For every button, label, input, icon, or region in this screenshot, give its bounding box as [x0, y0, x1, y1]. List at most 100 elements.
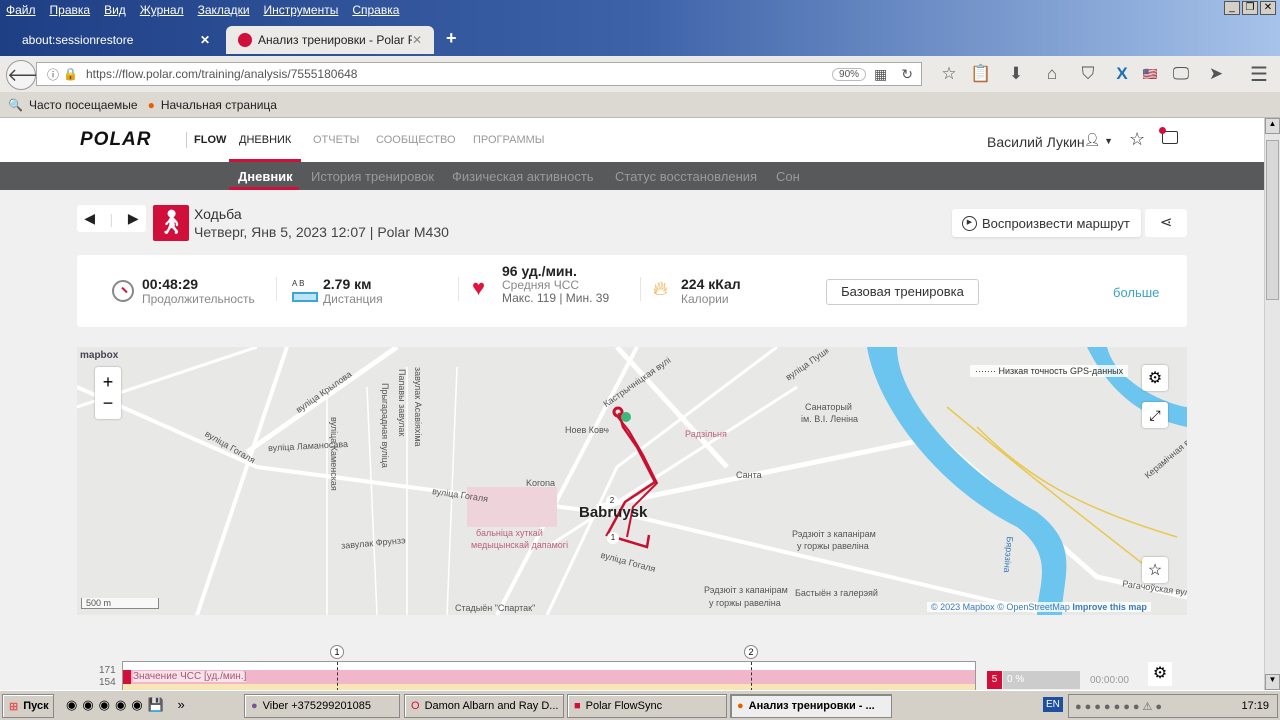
language-indicator[interactable]: EN	[1043, 697, 1063, 712]
play-icon: ▶	[962, 215, 977, 231]
tab-sessionrestore[interactable]: about:sessionrestore ✕	[10, 26, 222, 54]
more-link[interactable]: больше	[1113, 285, 1159, 300]
distance-label: Дистанция	[323, 292, 383, 306]
menu-help[interactable]: Справка	[352, 3, 399, 17]
screen-icon[interactable]: 🖵	[1170, 63, 1192, 85]
subnav-diary[interactable]: Дневник	[238, 169, 293, 184]
reader-view-icon[interactable]: ▦	[874, 66, 887, 83]
reload-icon[interactable]: ↻	[901, 66, 913, 83]
nav-diary[interactable]: ДНЕВНИК	[239, 134, 291, 146]
hr-chart[interactable]: Значение ЧСС [уд./мин.]	[122, 661, 976, 691]
menu-file[interactable]: Файл	[6, 3, 36, 17]
menu-tools[interactable]: Инструменты	[264, 3, 339, 17]
menu-bar: Файл Правка Вид Журнал Закладки Инструменты Сп…	[6, 3, 413, 17]
clipboard-icon[interactable]: 📋	[970, 63, 992, 85]
clock[interactable]: 17:19	[1241, 700, 1269, 712]
task-opera[interactable]: O Damon Albarn and Ray D...	[404, 694, 564, 718]
restore-button[interactable]: ❐	[1242, 1, 1258, 15]
map-attribution: © 2023 Mapbox © OpenStreetMap Improve th…	[927, 602, 1151, 612]
share-button[interactable]: ⋖	[1145, 209, 1187, 237]
sport-name: Ходьба	[194, 206, 242, 222]
subnav-training-history[interactable]: История тренировок	[311, 169, 434, 184]
subnav-activity[interactable]: Физическая активность	[452, 169, 594, 184]
minimize-button[interactable]: _	[1224, 1, 1240, 15]
fullscreen-button[interactable]: ⤢	[1142, 402, 1168, 428]
user-icon[interactable]: 👤︎ ▼	[1084, 132, 1113, 148]
hr-zone-band	[123, 670, 975, 684]
pocket-icon[interactable]: ⛉	[1077, 63, 1099, 85]
url-bar[interactable]: ⓘ 🔒 https://flow.polar.com/training/anal…	[36, 62, 922, 86]
divider	[186, 132, 187, 148]
x-extension-icon[interactable]: X	[1111, 63, 1133, 85]
next-training-button[interactable]: ▶	[128, 210, 139, 227]
favorite-route-button[interactable]: ☆	[1142, 557, 1168, 583]
close-window-button[interactable]: ✕	[1260, 1, 1276, 15]
info-icon[interactable]: ⓘ	[47, 66, 59, 83]
quick-launch-icons[interactable]: ◉◉◉◉◉💾 »	[66, 697, 190, 713]
home-icon[interactable]: ⌂	[1041, 63, 1063, 85]
subnav-recovery[interactable]: Статус восстановления	[615, 169, 757, 184]
menu-edit[interactable]: Правка	[50, 3, 91, 17]
previous-training-button[interactable]: ◀	[84, 210, 95, 227]
lap-marker-1[interactable]: 1	[607, 532, 619, 544]
nav-programs[interactable]: ПРОГРАММЫ	[473, 134, 545, 146]
street-label: Прыгарадная вуліца	[380, 383, 390, 468]
task-viber[interactable]: ● Viber +375299201085	[244, 694, 400, 718]
favorites-star-icon[interactable]: ☆	[1129, 129, 1145, 150]
hr-zone-number: 5	[987, 671, 1002, 689]
bookmark-star-icon[interactable]: ☆	[938, 63, 960, 85]
task-firefox-active[interactable]: ● Анализ тренировки - ...	[730, 694, 892, 718]
y-tick: 171	[99, 665, 116, 676]
start-button[interactable]: ⊞ Пуск	[2, 694, 54, 718]
back-button[interactable]: 🡐	[6, 60, 55, 90]
subnav-sleep[interactable]: Сон	[776, 169, 800, 184]
osm-attribution-link[interactable]: © OpenStreetMap	[997, 602, 1070, 612]
hamburger-menu-icon[interactable]: ☰	[1248, 63, 1270, 86]
menu-history[interactable]: Журнал	[140, 3, 184, 17]
share-icon: ⋖	[1159, 214, 1173, 231]
polar-logo[interactable]: POLAR	[80, 129, 152, 151]
training-pager: ◀ | ▶	[77, 205, 146, 232]
bookmark-most-visited[interactable]: Часто посещаемые	[29, 98, 138, 112]
task-flowsync[interactable]: ■ Polar FlowSync	[567, 694, 727, 718]
scroll-down-button[interactable]: ▼	[1265, 674, 1280, 690]
lap-marker-1[interactable]: 1	[330, 645, 344, 659]
tray-icons[interactable]: ●●●●●●●⚠●	[1075, 700, 1241, 713]
menu-bookmarks[interactable]: Закладки	[198, 3, 250, 17]
us-flag-icon[interactable]: 🇺🇸	[1139, 63, 1161, 85]
map-settings-button[interactable]: ⚙	[1142, 365, 1168, 391]
zoom-out-button[interactable]: −	[103, 393, 114, 414]
nav-reports[interactable]: ОТЧЕТЫ	[313, 134, 359, 146]
close-tab-icon[interactable]: ✕	[412, 33, 422, 47]
zoom-in-button[interactable]: +	[103, 372, 114, 393]
user-name[interactable]: Василий Лукин	[987, 134, 1085, 150]
download-icon[interactable]: ⬇	[1005, 63, 1027, 85]
heart-icon: ♥	[472, 275, 486, 300]
scroll-up-button[interactable]: ▲	[1265, 118, 1280, 134]
new-tab-button[interactable]: +	[446, 28, 457, 49]
divider	[276, 277, 277, 301]
divider	[640, 277, 641, 301]
improve-map-link[interactable]: Improve this map	[1072, 602, 1147, 612]
messages-icon[interactable]	[1159, 127, 1178, 144]
send-icon[interactable]: ➤	[1205, 63, 1227, 85]
page-scrollbar[interactable]: ▲ ▼	[1264, 118, 1280, 690]
zoom-level[interactable]: 90%	[832, 67, 867, 81]
star-icon: ☆	[1147, 562, 1163, 579]
hr-value: 96 уд./мин.	[502, 263, 577, 279]
scroll-thumb[interactable]	[1266, 140, 1279, 300]
menu-view[interactable]: Вид	[104, 3, 126, 17]
mapbox-logo[interactable]: mapbox	[80, 350, 118, 361]
bookmark-start-page[interactable]: Начальная страница	[161, 98, 277, 112]
route-map[interactable]: mapbox + − ······· Низкая точность GPS-д…	[77, 347, 1187, 615]
replay-route-button[interactable]: ▶ Воспроизвести маршрут	[952, 209, 1141, 237]
mapbox-attribution-link[interactable]: © 2023 Mapbox	[931, 602, 995, 612]
tab-polar-analysis[interactable]: Анализ тренировки - Polar F... ✕	[226, 26, 434, 54]
lap-marker-2[interactable]: 2	[744, 645, 758, 659]
chart-settings-button[interactable]: ⚙	[1148, 662, 1172, 686]
close-tab-icon[interactable]: ✕	[200, 33, 210, 47]
lap-marker-2[interactable]: 2	[606, 495, 618, 507]
training-benefit-button[interactable]: Базовая тренировка	[826, 279, 979, 305]
viber-icon: ●	[251, 700, 258, 712]
nav-community[interactable]: СООБЩЕСТВО	[376, 134, 456, 146]
